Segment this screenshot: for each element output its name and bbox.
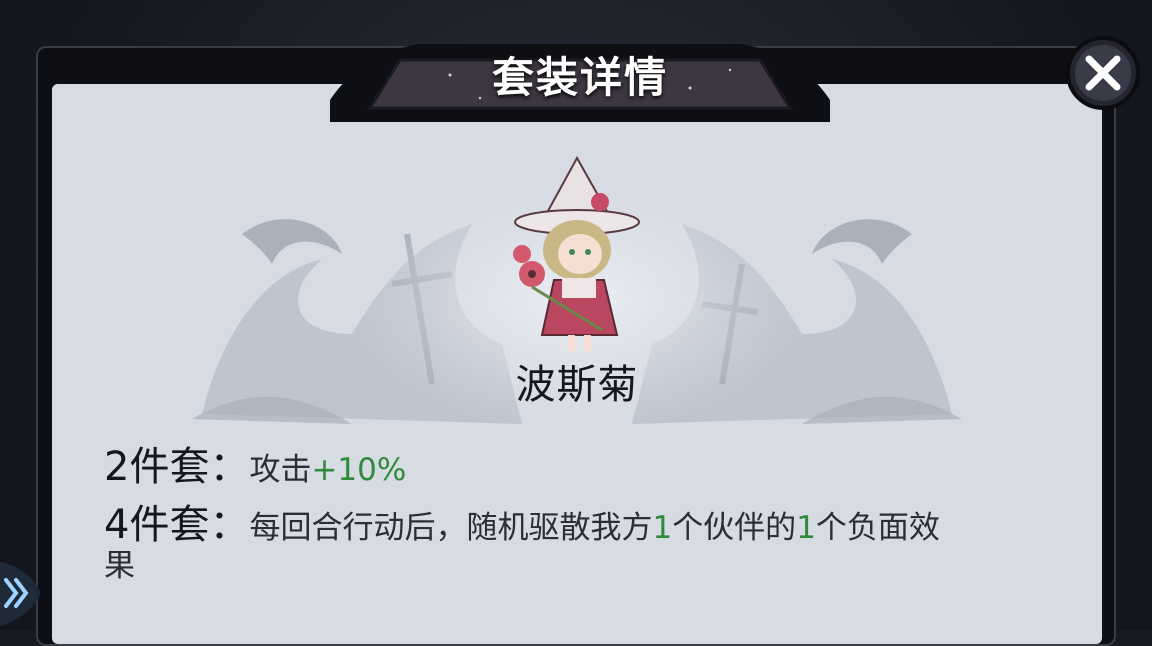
set-detail-panel: 波斯菊 2件套：攻击+10% 4件套：每回合行动后，随机驱散我方1个伙伴的1个负… bbox=[52, 84, 1102, 644]
close-x-icon bbox=[1066, 36, 1140, 110]
bonus-value: +10% bbox=[311, 452, 407, 488]
witch-character-portrait bbox=[513, 155, 640, 351]
bonus-label: 2件套： bbox=[104, 444, 250, 490]
dialog-title: 套装详情 bbox=[491, 53, 668, 102]
bonus-4-piece-continuation: 果 bbox=[104, 540, 1084, 585]
set-name: 波斯菊 bbox=[515, 362, 639, 408]
close-button[interactable] bbox=[1064, 34, 1142, 112]
bonus-2-piece: 2件套：攻击+10% bbox=[104, 434, 1084, 492]
double-chevron-right-icon bbox=[0, 562, 40, 626]
side-expand-button[interactable] bbox=[0, 556, 44, 630]
title-bar: 套装详情 bbox=[330, 30, 830, 122]
bonus-desc-text: 果 bbox=[104, 548, 135, 584]
bonus-desc-text: 攻击 bbox=[249, 452, 312, 488]
